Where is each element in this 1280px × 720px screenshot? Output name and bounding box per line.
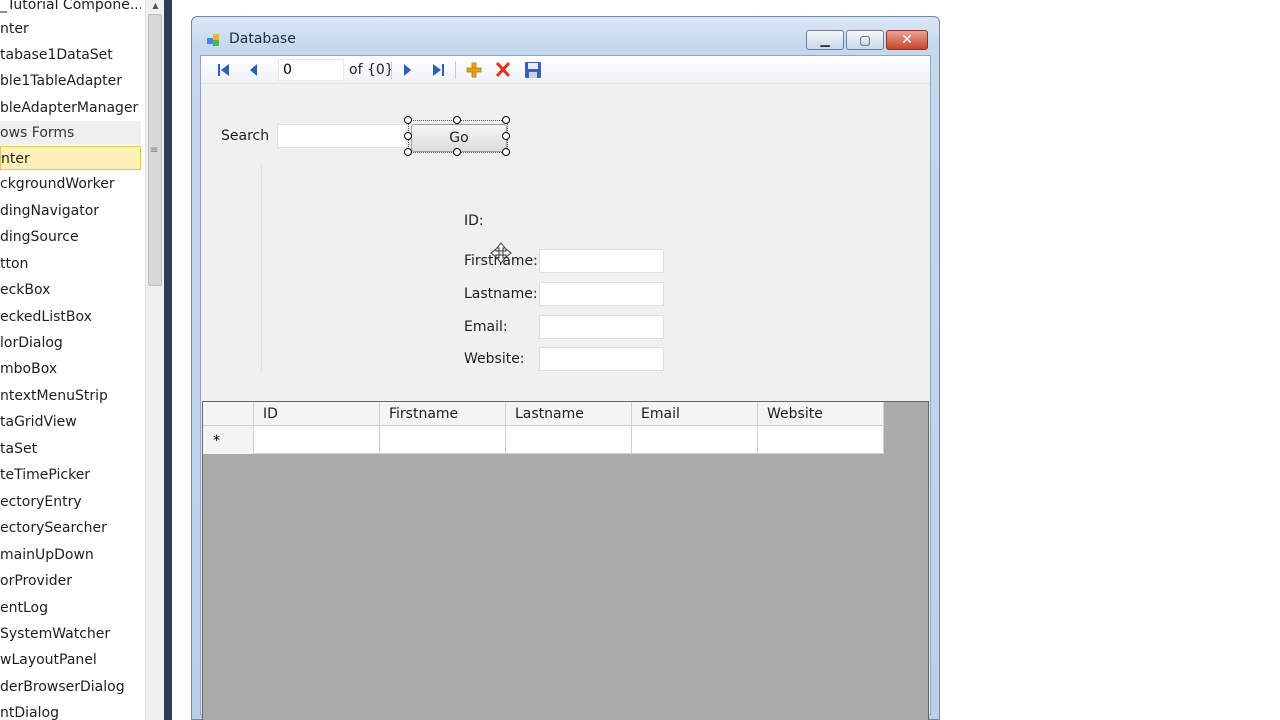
website-input[interactable] (539, 347, 664, 371)
grid-corner-header[interactable] (203, 402, 254, 426)
toolbox-item[interactable]: nter (0, 146, 141, 170)
column-header-firstname[interactable]: Firstname (380, 402, 506, 426)
grid-cell[interactable] (758, 426, 884, 454)
toolbox-item[interactable]: SystemWatcher (0, 622, 141, 646)
toolbox-item[interactable]: dingSource (0, 225, 141, 249)
form-icon (207, 34, 219, 46)
form-window: Database ▁ ▢ ✕ 0 of {0} Search Go ID: La… (191, 16, 940, 720)
lastname-input[interactable] (539, 282, 664, 306)
toolbar-separator (455, 61, 456, 79)
panel-outline (261, 164, 262, 372)
toolbox-item[interactable]: orProvider (0, 569, 141, 593)
move-next-icon[interactable] (396, 60, 418, 80)
form-client-area: 0 of {0} Search Go ID: Lastname: Email: … (200, 55, 931, 720)
toolbar-separator (391, 61, 392, 79)
resize-handle[interactable] (404, 148, 412, 156)
title-bar[interactable]: Database ▁ ▢ ✕ (192, 17, 939, 55)
grid-cell[interactable] (506, 426, 632, 454)
toolbox-item[interactable]: tabase1DataSet (0, 43, 141, 67)
email-label: Email: (464, 319, 508, 335)
toolbox-item[interactable]: derBrowserDialog (0, 675, 141, 699)
toolbox-item[interactable]: ntextMenuStrip (0, 384, 141, 408)
toolbox-item[interactable]: taGridView (0, 410, 141, 434)
toolbox-item[interactable]: teTimePicker (0, 463, 141, 487)
toolbox-item[interactable]: ectorySearcher (0, 516, 141, 540)
resize-handle[interactable] (502, 132, 510, 140)
move-first-icon[interactable] (213, 60, 235, 80)
binding-navigator: 0 of {0} (201, 56, 930, 84)
move-cursor-icon (490, 242, 512, 264)
toolbox-item[interactable]: eckBox (0, 278, 141, 302)
toolbox-item[interactable]: ble1TableAdapter (0, 69, 141, 93)
designer-border (164, 0, 172, 720)
data-grid[interactable]: ID Firstname Lastname Email Website * (202, 401, 929, 720)
position-input[interactable]: 0 (278, 59, 344, 81)
toolbox-item[interactable]: ntDialog (0, 701, 141, 720)
toolbox-scrollbar[interactable]: ▲ ≡ (145, 0, 164, 720)
toolbox-item[interactable]: entLog (0, 596, 141, 620)
window-title: Database (229, 31, 296, 47)
close-button[interactable]: ✕ (886, 30, 928, 50)
delete-icon[interactable] (492, 60, 514, 80)
column-header-email[interactable]: Email (632, 402, 758, 426)
toolbox-item[interactable]: ckgroundWorker (0, 172, 141, 196)
toolbox-item[interactable]: nter (0, 17, 141, 41)
resize-handle[interactable] (453, 116, 461, 124)
resize-handle[interactable] (404, 116, 412, 124)
resize-handle[interactable] (502, 148, 510, 156)
grid-cell[interactable] (632, 426, 758, 454)
toolbox-item[interactable]: wLayoutPanel (0, 648, 141, 672)
count-label: of {0} (349, 62, 394, 78)
toolbox-item[interactable]: mainUpDown (0, 543, 141, 567)
grid-cell[interactable] (380, 426, 506, 454)
toolbox-item[interactable]: eckedListBox (0, 305, 141, 329)
maximize-icon: ▢ (859, 33, 871, 47)
toolbox-item[interactable]: _Tutorial Compone... (0, 0, 141, 17)
id-label: ID: (464, 213, 484, 229)
resize-handle[interactable] (502, 116, 510, 124)
toolbox-item[interactable]: dingNavigator (0, 199, 141, 223)
lastname-label: Lastname: (464, 286, 538, 302)
close-icon: ✕ (901, 32, 913, 48)
grid-cell[interactable] (254, 426, 380, 454)
resize-handle[interactable] (453, 148, 461, 156)
toolbox-item[interactable]: mboBox (0, 357, 141, 381)
resize-handle[interactable] (404, 132, 412, 140)
firstname-input[interactable] (539, 249, 664, 273)
maximize-button[interactable]: ▢ (846, 30, 884, 50)
save-icon[interactable] (522, 60, 544, 80)
toolbox-item[interactable]: taSet (0, 437, 141, 461)
toolbox-item[interactable]: ectoryEntry (0, 490, 141, 514)
toolbox-item[interactable]: lorDialog (0, 331, 141, 355)
search-input[interactable] (277, 124, 407, 148)
scroll-up-arrow-icon[interactable]: ▲ (150, 0, 161, 12)
new-row-header[interactable]: * (203, 426, 254, 454)
website-label: Website: (464, 351, 525, 367)
minimize-icon: ▁ (820, 33, 830, 47)
column-header-id[interactable]: ID (254, 402, 380, 426)
column-header-website[interactable]: Website (758, 402, 884, 426)
move-previous-icon[interactable] (243, 60, 265, 80)
add-new-icon[interactable] (463, 60, 485, 80)
toolbox-panel: _Tutorial Compone... nter tabase1DataSet bl… (0, 0, 164, 720)
toolbox-category-header[interactable]: ows Forms (0, 121, 141, 145)
grip-icon: ≡ (150, 145, 159, 156)
toolbox-item[interactable]: tton (0, 252, 141, 276)
email-input[interactable] (539, 315, 664, 339)
toolbox-item[interactable]: bleAdapterManager (0, 96, 141, 120)
minimize-button[interactable]: ▁ (806, 30, 844, 50)
search-label: Search (221, 128, 270, 144)
move-last-icon[interactable] (427, 60, 449, 80)
column-header-lastname[interactable]: Lastname (506, 402, 632, 426)
